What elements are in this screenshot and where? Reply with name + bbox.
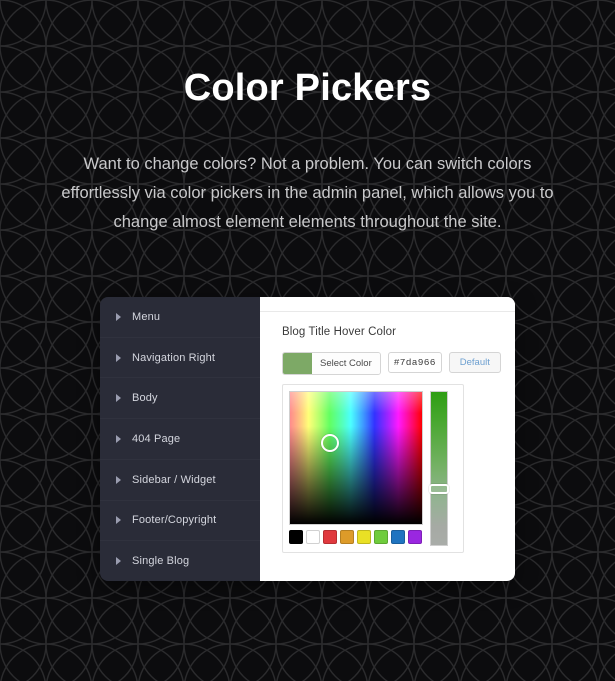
color-cursor-handle[interactable] — [320, 434, 339, 453]
sidebar-item-single-blog[interactable]: Single Blog — [100, 541, 260, 581]
caret-right-icon — [116, 312, 121, 321]
sidebar-item-label: Body — [132, 392, 158, 405]
caret-right-icon — [116, 353, 121, 362]
color-control-row: Select Color Default — [282, 352, 501, 375]
panel-content: Blog Title Hover Color Select Color Defa… — [260, 297, 515, 581]
hex-input[interactable] — [387, 352, 442, 373]
caret-right-icon — [116, 435, 121, 444]
default-button[interactable]: Default — [448, 352, 501, 373]
value-gradient-layer — [290, 392, 422, 524]
preset-swatch-purple[interactable] — [408, 530, 422, 544]
preset-swatch-green[interactable] — [374, 530, 388, 544]
sidebar-item-404-page[interactable]: 404 Page — [100, 419, 260, 460]
page-title: Color Pickers — [183, 67, 432, 109]
preset-swatch-blue[interactable] — [391, 530, 405, 544]
preset-swatch-red[interactable] — [323, 530, 337, 544]
preset-swatch-white[interactable] — [306, 530, 320, 544]
caret-right-icon — [116, 394, 121, 403]
select-color-button[interactable]: Select Color — [312, 353, 380, 374]
preset-swatch-black[interactable] — [289, 530, 303, 544]
sidebar-item-label: Single Blog — [132, 555, 190, 568]
caret-right-icon — [116, 516, 121, 525]
field-title: Blog Title Hover Color — [282, 326, 397, 338]
panel-sidebar: Menu Navigation Right Body 404 Page Side… — [100, 297, 260, 581]
preset-swatch-orange[interactable] — [340, 530, 354, 544]
preset-swatch-row — [289, 530, 423, 544]
color-picker-panel: Menu Navigation Right Body 404 Page Side… — [100, 297, 515, 581]
sidebar-item-menu[interactable]: Menu — [100, 297, 260, 338]
saturation-value-map[interactable] — [289, 391, 423, 525]
page-description: Want to change colors? Not a problem. Yo… — [61, 154, 554, 231]
sidebar-item-label: 404 Page — [132, 433, 181, 446]
select-color-group[interactable]: Select Color — [282, 352, 381, 375]
caret-right-icon — [116, 475, 121, 484]
hero-section: Color Pickers Want to change colors? Not… — [0, 0, 615, 237]
caret-right-icon — [116, 557, 121, 566]
sidebar-item-label: Sidebar / Widget — [132, 473, 216, 486]
color-picker-widget — [282, 384, 464, 553]
sidebar-item-label: Footer/Copyright — [132, 514, 217, 527]
current-color-swatch[interactable] — [283, 353, 312, 374]
brightness-slider-handle[interactable] — [429, 483, 449, 494]
sidebar-item-label: Navigation Right — [132, 351, 216, 364]
sidebar-item-body[interactable]: Body — [100, 378, 260, 420]
brightness-slider[interactable] — [429, 391, 449, 546]
sidebar-item-footer-copyright[interactable]: Footer/Copyright — [100, 501, 260, 542]
sidebar-item-navigation-right[interactable]: Navigation Right — [100, 338, 260, 379]
sidebar-item-sidebar-widget[interactable]: Sidebar / Widget — [100, 460, 260, 501]
sidebar-item-label: Menu — [132, 310, 161, 323]
panel-content-topbar — [260, 297, 515, 312]
preset-swatch-yellow[interactable] — [357, 530, 371, 544]
